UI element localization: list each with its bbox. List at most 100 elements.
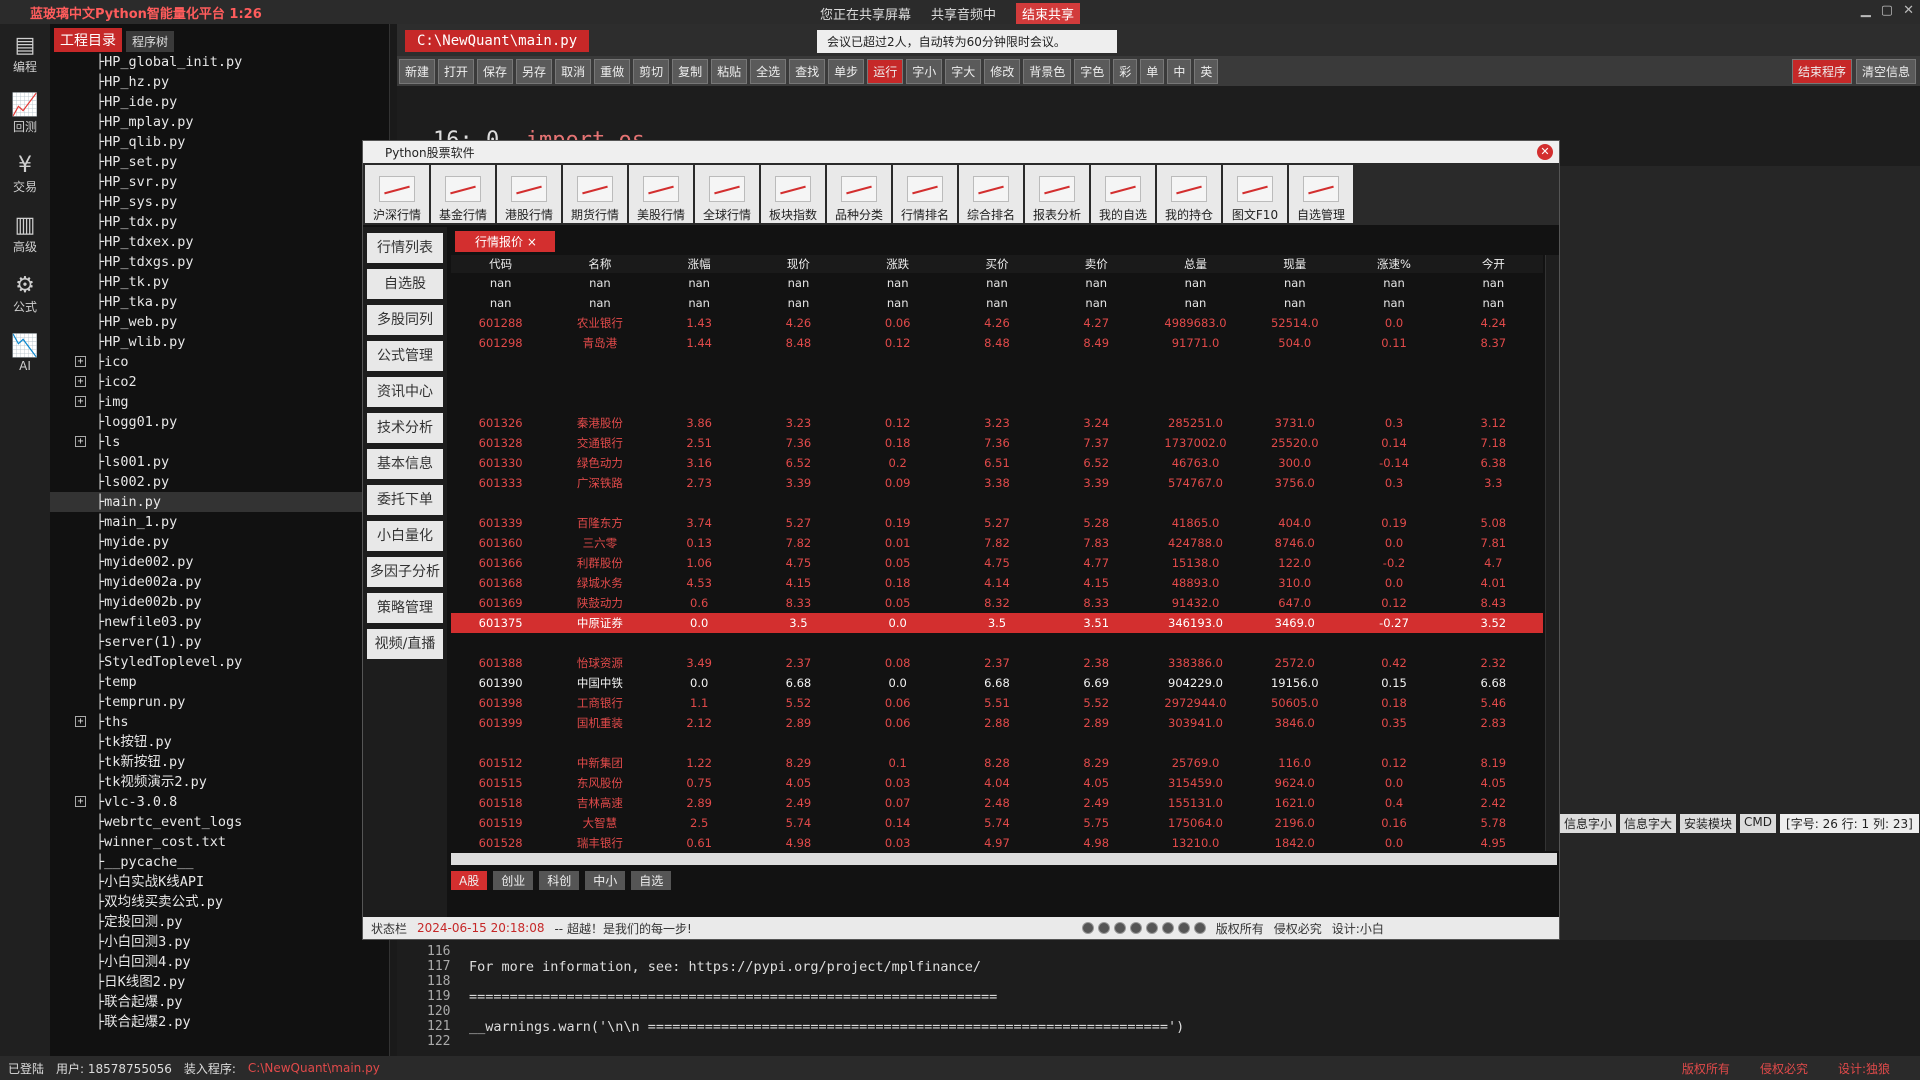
column-header[interactable]: 总量 [1145, 255, 1246, 273]
expand-icon[interactable]: + [75, 356, 86, 367]
tree-item[interactable]: ├myide002b.py [50, 592, 389, 612]
tree-item[interactable]: + ├img [50, 392, 389, 412]
stock-tool-图文F10[interactable]: 图文F10 [1223, 165, 1287, 223]
tab-quote[interactable]: 行情报价 × [455, 231, 555, 252]
table-row[interactable] [451, 493, 1543, 513]
tree-item[interactable]: ├HP_tk.py [50, 272, 389, 292]
tree-item[interactable]: ├HP_hz.py [50, 72, 389, 92]
table-row[interactable]: 601333 广深铁路 2.73 3.39 0.09 3.38 3.39 574767.0 37… [451, 473, 1543, 493]
table-row[interactable]: nan nan nan nan nan nan nan nan nan nan nan [451, 273, 1543, 293]
toolbar-right-button[interactable]: 结束程序 [1791, 59, 1852, 84]
market-tab[interactable]: 创业 [493, 871, 534, 890]
editor-file-tab[interactable]: C:\NewQuant\main.py [405, 30, 590, 52]
tab-program-tree[interactable]: 程序树 [126, 31, 175, 52]
tree-item[interactable]: ├tk视频演示2.py [50, 772, 389, 792]
toolbar-button-英[interactable]: 英 [1194, 58, 1219, 84]
stock-tool-沪深行情[interactable]: 沪深行情 [365, 165, 429, 223]
tree-item[interactable]: ├HP_ide.py [50, 92, 389, 112]
table-row[interactable] [451, 353, 1543, 373]
expand-icon[interactable]: + [75, 716, 86, 727]
table-row[interactable]: 601360 三六零 0.13 7.82 0.01 7.82 7.83 424788.0 874… [451, 533, 1543, 553]
stock-tool-我的自选[interactable]: 我的自选 [1091, 165, 1155, 223]
column-header[interactable]: 涨速% [1344, 255, 1444, 273]
nav-item-2[interactable]: ¥ 交易 [0, 144, 50, 204]
table-row[interactable]: 601368 绿城水务 4.53 4.15 0.18 4.14 4.15 48893.0 310… [451, 573, 1543, 593]
stock-tool-我的持仓[interactable]: 我的持仓 [1157, 165, 1221, 223]
tree-item[interactable]: + ├ls [50, 432, 389, 452]
toolbar-button-单步[interactable]: 单步 [828, 58, 865, 84]
tree-item[interactable]: ├myide002a.py [50, 572, 389, 592]
info-button[interactable]: CMD [1740, 814, 1777, 833]
column-header[interactable]: 现量 [1245, 255, 1345, 273]
stock-tool-行情排名[interactable]: 行情排名 [893, 165, 957, 223]
toolbar-button-单[interactable]: 单 [1140, 58, 1165, 84]
table-row[interactable] [451, 733, 1543, 753]
tree-item[interactable]: ├小白实战K线API [50, 872, 389, 892]
toolbar-button-取消[interactable]: 取消 [555, 58, 592, 84]
info-button[interactable]: 信息字大 [1620, 814, 1677, 833]
stock-tool-美股行情[interactable]: 美股行情 [629, 165, 693, 223]
nav-item-0[interactable]: ▤ 编程 [0, 24, 50, 84]
tree-item[interactable]: ├tk按钮.py [50, 732, 389, 752]
toolbar-button-剪切[interactable]: 剪切 [633, 58, 670, 84]
tree-item[interactable]: ├HP_qlib.py [50, 132, 389, 152]
tree-item[interactable]: ├ls002.py [50, 472, 389, 492]
toolbar-button-修改[interactable]: 修改 [984, 58, 1021, 84]
side-button-策略管理[interactable]: 策略管理 [367, 593, 443, 623]
toolbar-button-字大[interactable]: 字大 [945, 58, 982, 84]
stock-tool-基金行情[interactable]: 基金行情 [431, 165, 495, 223]
table-row[interactable]: 601339 百隆东方 3.74 5.27 0.19 5.27 5.28 41865.0 404… [451, 513, 1543, 533]
nav-item-3[interactable]: ▥ 高级 [0, 204, 50, 264]
table-row[interactable]: 601298 青岛港 1.44 8.48 0.12 8.48 8.49 91771.0 504.… [451, 333, 1543, 353]
tree-item[interactable]: ├HP_tdxex.py [50, 232, 389, 252]
toolbar-button-打开[interactable]: 打开 [438, 58, 475, 84]
tree-item[interactable]: + ├ico2 [50, 372, 389, 392]
tree-item[interactable]: ├server(1).py [50, 632, 389, 652]
column-header[interactable]: 卖价 [1046, 255, 1146, 273]
market-tab[interactable]: 自选 [631, 871, 672, 890]
toolbar-button-保存[interactable]: 保存 [477, 58, 514, 84]
tree-item[interactable]: ├HP_tdx.py [50, 212, 389, 232]
toolbar-button-复制[interactable]: 复制 [672, 58, 709, 84]
tree-item[interactable]: ├newfile03.py [50, 612, 389, 632]
tree-item[interactable]: ├myide.py [50, 532, 389, 552]
close-icon[interactable]: ✕ [1537, 144, 1553, 160]
maximize-icon[interactable]: ▢ [1881, 3, 1893, 18]
side-button-多股同列[interactable]: 多股同列 [367, 305, 443, 335]
tree-item[interactable]: ├webrtc_event_logs [50, 812, 389, 832]
tree-item[interactable]: ├myide002.py [50, 552, 389, 572]
tree-item[interactable]: ├HP_sys.py [50, 192, 389, 212]
tree-item[interactable]: ├小白回测4.py [50, 952, 389, 972]
nav-item-1[interactable]: 📈 回测 [0, 84, 50, 144]
stock-tool-全球行情[interactable]: 全球行情 [695, 165, 759, 223]
table-row[interactable]: 601518 吉林高速 2.89 2.49 0.07 2.48 2.49 155131.0 16… [451, 793, 1543, 813]
toolbar-button-重做[interactable]: 重做 [594, 58, 631, 84]
table-row[interactable]: 601398 工商银行 1.1 5.52 0.06 5.51 5.52 2972944.0 50… [451, 693, 1543, 713]
tree-item[interactable]: ├小白回测3.py [50, 932, 389, 952]
tree-item[interactable]: ├temp [50, 672, 389, 692]
table-row[interactable] [451, 393, 1543, 413]
side-button-自选股[interactable]: 自选股 [367, 269, 443, 299]
table-row[interactable]: 601390 中国中铁 0.0 6.68 0.0 6.68 6.69 904229.0 1915… [451, 673, 1543, 693]
stock-tool-期货行情[interactable]: 期货行情 [563, 165, 627, 223]
stock-tool-板块指数[interactable]: 板块指数 [761, 165, 825, 223]
toolbar-button-中[interactable]: 中 [1167, 58, 1192, 84]
toolbar-button-查找[interactable]: 查找 [789, 58, 826, 84]
table-row[interactable]: 601288 农业银行 1.43 4.26 0.06 4.26 4.27 4989683.0 5… [451, 313, 1543, 333]
toolbar-button-彩[interactable]: 彩 [1113, 58, 1138, 84]
stock-tool-品种分类[interactable]: 品种分类 [827, 165, 891, 223]
tree-item[interactable]: + ├ico [50, 352, 389, 372]
info-button[interactable]: 安装模块 [1680, 814, 1737, 833]
side-button-技术分析[interactable]: 技术分析 [367, 413, 443, 443]
toolbar-button-字小[interactable]: 字小 [906, 58, 943, 84]
tree-item[interactable]: ├HP_wlib.py [50, 332, 389, 352]
side-button-基本信息[interactable]: 基本信息 [367, 449, 443, 479]
table-row[interactable]: 601519 大智慧 2.5 5.74 0.14 5.74 5.75 175064.0 2196… [451, 813, 1543, 833]
side-button-行情列表[interactable]: 行情列表 [367, 233, 443, 263]
tree-item[interactable]: ├HP_mplay.py [50, 112, 389, 132]
table-row[interactable]: 601528 瑞丰银行 0.61 4.98 0.03 4.97 4.98 13210.0 184… [451, 833, 1543, 853]
column-header[interactable]: 买价 [947, 255, 1047, 273]
tree-item[interactable]: ├__pycache__ [50, 852, 389, 872]
toolbar-button-全选[interactable]: 全选 [750, 58, 787, 84]
tree-item[interactable]: ├联合起爆.py [50, 992, 389, 1012]
